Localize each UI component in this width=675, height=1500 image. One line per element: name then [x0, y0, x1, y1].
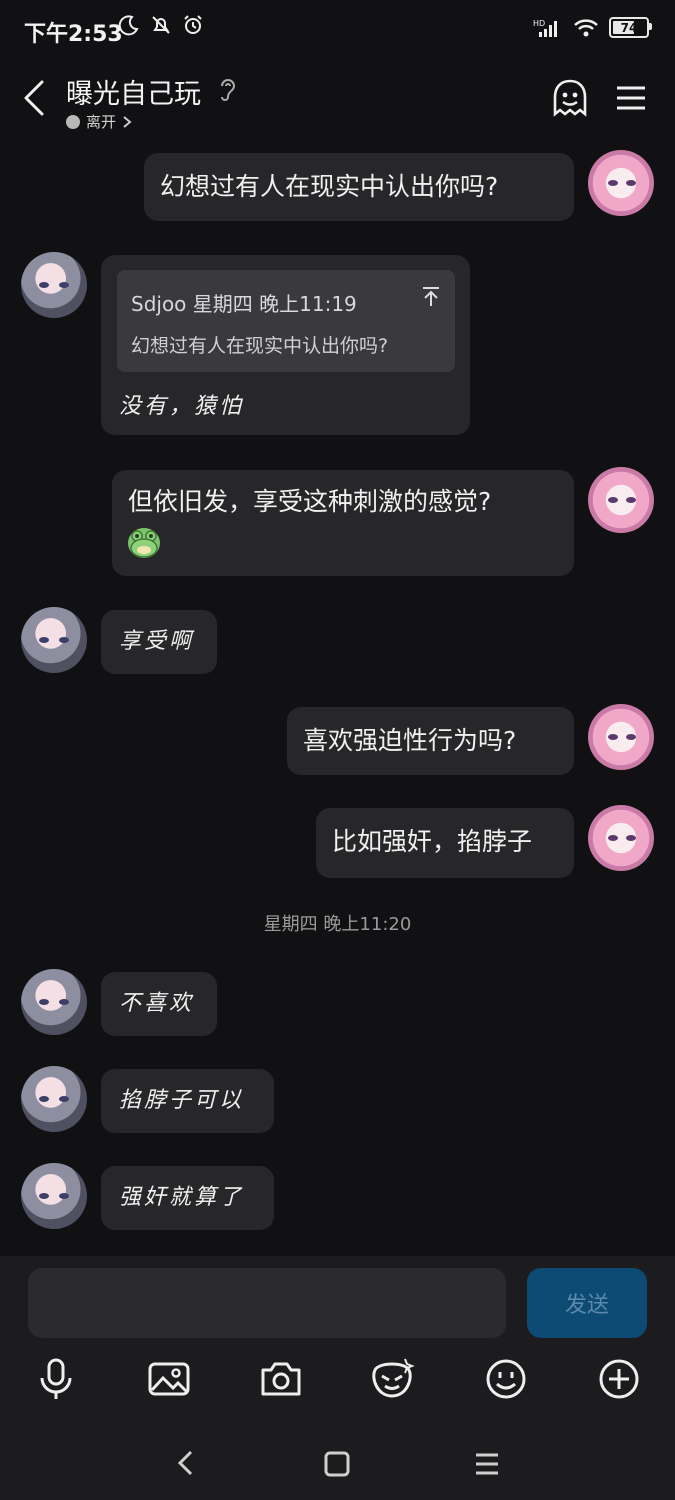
avatar-me[interactable]: [588, 805, 654, 871]
timestamp-divider: 星期四 晚上11:20: [263, 914, 412, 935]
alarm-icon: [184, 15, 202, 34]
ear-icon[interactable]: [218, 76, 238, 102]
back-button[interactable]: [18, 76, 58, 120]
message-input[interactable]: [28, 1268, 506, 1338]
microphone-icon[interactable]: [33, 1356, 79, 1402]
message-text: 比如强奸，掐脖子: [332, 827, 533, 856]
message-bubble[interactable]: 掐脖子可以: [101, 1069, 274, 1133]
composer-toolbar: [0, 1356, 675, 1406]
ghost-mode-icon[interactable]: [551, 78, 589, 118]
quote-text: 幻想过有人在现实中认出你吗?: [131, 335, 389, 357]
message-bubble[interactable]: 享受啊: [101, 610, 217, 674]
system-nav-bar: [0, 1438, 675, 1488]
avatar-other[interactable]: [21, 969, 87, 1035]
message-bubble[interactable]: 喜欢强迫性行为吗?: [287, 707, 574, 775]
message-bubble[interactable]: 不喜欢: [101, 972, 217, 1036]
avatar-other[interactable]: [21, 252, 87, 318]
composer: 发送: [0, 1256, 675, 1500]
message-bubble[interactable]: 比如强奸，掐脖子: [316, 808, 574, 878]
message-text: 但依旧发，享受这种刺激的感觉?: [128, 487, 492, 516]
send-button[interactable]: 发送: [527, 1268, 647, 1338]
wifi-icon: [574, 18, 598, 36]
message-text: 享受啊: [119, 629, 195, 654]
avatar-me[interactable]: [588, 150, 654, 216]
status-left-icons: [118, 14, 204, 36]
status-bar: 下午2:53 HD 74: [0, 0, 675, 62]
avatar-other[interactable]: [21, 1163, 87, 1229]
message-text: 掐脖子可以: [119, 1088, 245, 1113]
header-actions: [551, 78, 647, 118]
sticker-icon[interactable]: [369, 1356, 415, 1402]
image-icon[interactable]: [146, 1356, 192, 1402]
battery-level: 74: [620, 20, 638, 35]
quoted-message[interactable]: Sdjoo 星期四 晚上11:19 幻想过有人在现实中认出你吗?: [117, 270, 455, 372]
camera-icon[interactable]: [258, 1356, 304, 1402]
avatar-other[interactable]: [21, 607, 87, 673]
status-right-icons: HD 74: [533, 17, 652, 38]
message-text: 强奸就算了: [119, 1185, 245, 1210]
bell-muted-icon: [152, 16, 170, 34]
avatar-me[interactable]: [588, 704, 654, 770]
chevron-right-icon: [123, 115, 132, 128]
message-bubble-with-quote[interactable]: Sdjoo 星期四 晚上11:19 幻想过有人在现实中认出你吗? 没有，猿怕: [101, 255, 470, 435]
menu-icon[interactable]: [473, 1450, 501, 1478]
chat-header: 曝光自己玩 离开: [0, 62, 675, 140]
clock-icon: [66, 114, 80, 129]
battery-icon: 74: [609, 17, 652, 38]
home-icon[interactable]: [323, 1450, 351, 1478]
emoji-icon[interactable]: [483, 1356, 529, 1402]
frog-sticker-icon: [128, 528, 160, 558]
back-icon[interactable]: [171, 1448, 199, 1478]
quote-meta: Sdjoo 星期四 晚上11:19: [131, 292, 357, 316]
chevron-left-icon: [24, 80, 44, 116]
message-bubble[interactable]: 幻想过有人在现实中认出你吗?: [144, 153, 574, 221]
menu-icon[interactable]: [615, 85, 647, 111]
avatar-other[interactable]: [21, 1066, 87, 1132]
message-bubble[interactable]: 但依旧发，享受这种刺激的感觉?: [112, 470, 574, 576]
chat-title[interactable]: 曝光自己玩: [66, 72, 201, 111]
status-time: 下午2:53: [24, 22, 123, 47]
message-text: 幻想过有人在现实中认出你吗?: [160, 172, 499, 201]
presence-label: 离开: [86, 113, 117, 131]
network-label: HD: [533, 19, 545, 28]
message-text: 没有，猿怕: [119, 394, 245, 419]
signal-icon: HD: [533, 19, 557, 37]
sticker-row: [128, 524, 558, 560]
jump-to-quote-icon[interactable]: [421, 286, 441, 308]
avatar-me[interactable]: [588, 467, 654, 533]
moon-icon: [118, 15, 139, 36]
message-text: 喜欢强迫性行为吗?: [303, 726, 517, 755]
presence-status[interactable]: 离开: [66, 111, 132, 132]
message-bubble[interactable]: 强奸就算了: [101, 1166, 274, 1230]
message-text: 不喜欢: [119, 991, 195, 1016]
plus-icon[interactable]: [596, 1356, 642, 1402]
